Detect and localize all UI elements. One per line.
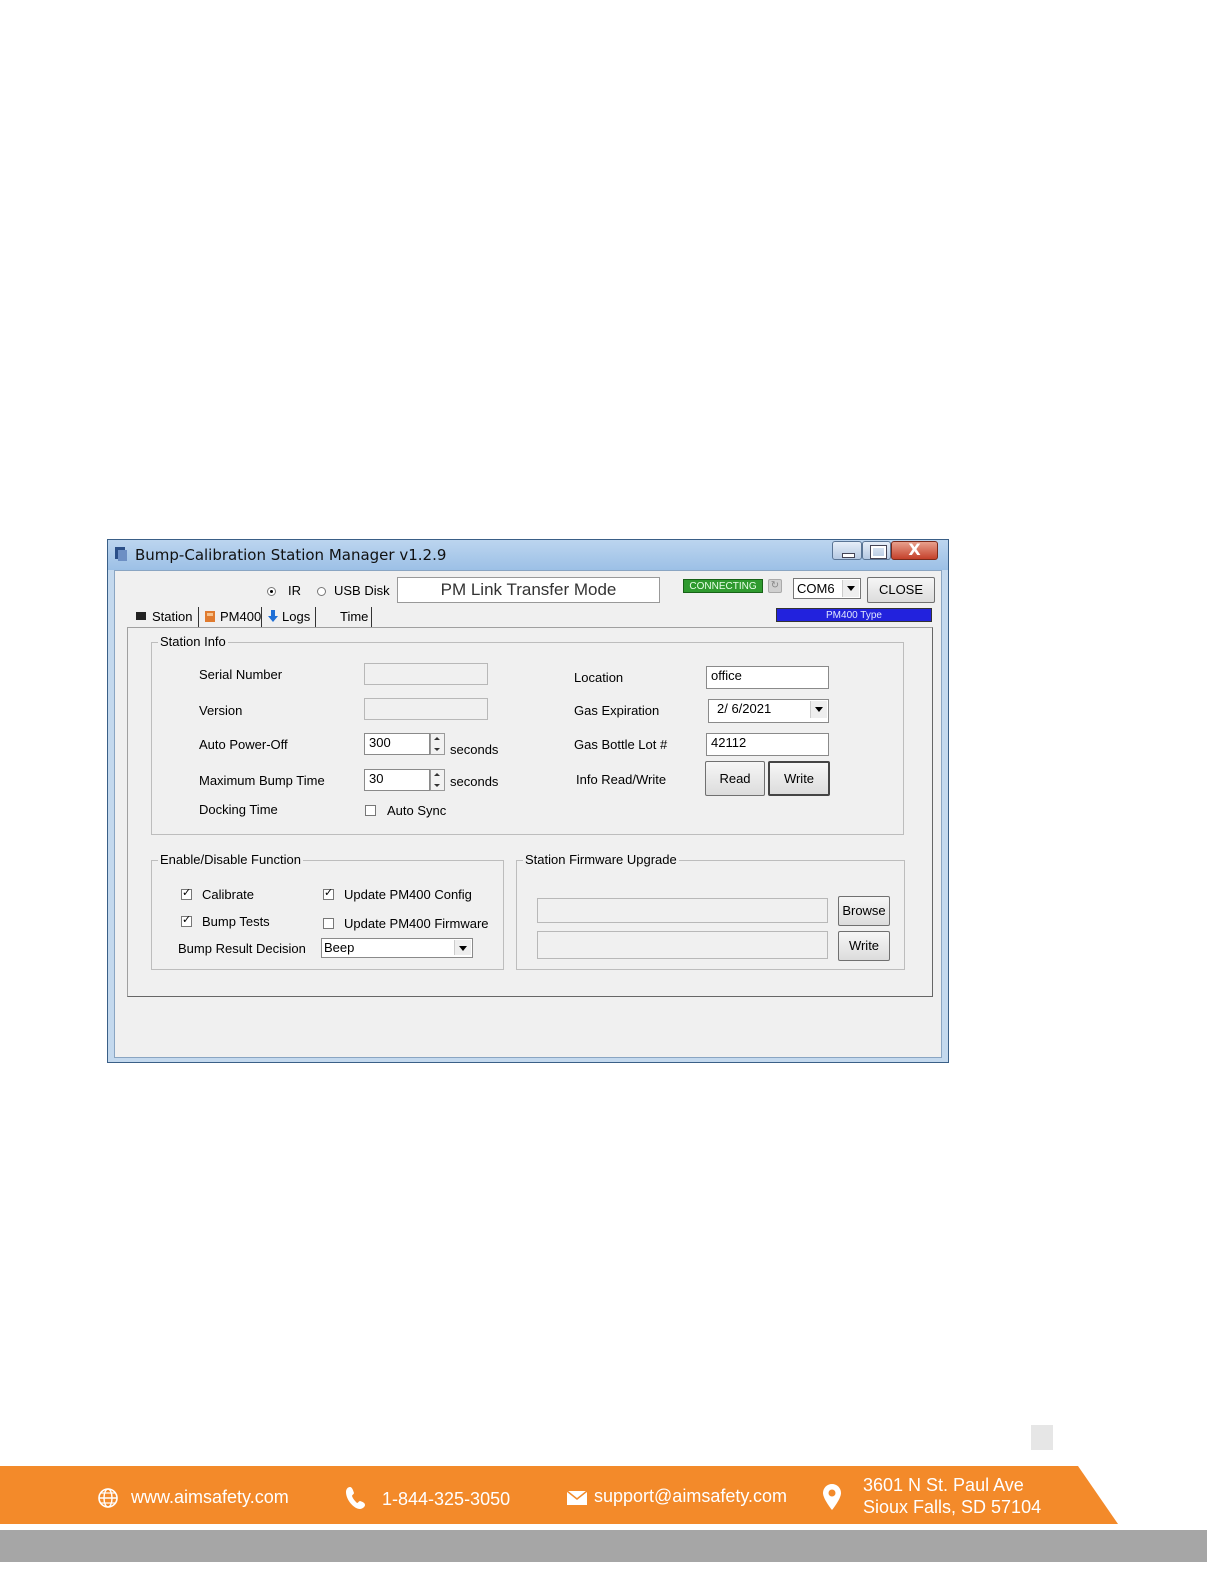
auto-sync-checkbox[interactable] — [365, 805, 376, 816]
browse-button[interactable]: Browse — [838, 896, 890, 926]
globe-icon — [98, 1488, 118, 1508]
gas-expiration-value: 2/ 6/2021 — [717, 701, 772, 716]
max-bump-time-stepper[interactable] — [430, 769, 445, 791]
tab-time-label: Time — [340, 609, 369, 624]
footer-website[interactable]: www.aimsafety.com — [131, 1487, 289, 1508]
chevron-down-icon — [454, 940, 471, 955]
footer-bar — [0, 1530, 1207, 1562]
close-button[interactable]: CLOSE — [867, 577, 935, 603]
radio-ir-label: IR — [288, 583, 301, 598]
max-bump-time-label: Maximum Bump Time — [199, 773, 325, 788]
page-number-box — [1031, 1425, 1053, 1450]
auto-sync-label: Auto Sync — [387, 803, 447, 818]
app-icon — [115, 547, 127, 561]
firmware-file-path-field[interactable] — [537, 898, 828, 923]
refresh-icon[interactable]: ↻ — [768, 579, 782, 593]
phone-icon — [346, 1487, 365, 1509]
location-label: Location — [574, 670, 624, 685]
firmware-write-button[interactable]: Write — [838, 931, 890, 961]
docking-time-label: Docking Time — [199, 802, 278, 817]
read-button[interactable]: Read — [705, 761, 765, 796]
write-button[interactable]: Write — [768, 761, 830, 796]
auto-power-off-label: Auto Power-Off — [199, 737, 288, 752]
update-firmware-label: Update PM400 Firmware — [344, 916, 489, 931]
tab-pm400[interactable]: PM400 — [199, 607, 262, 627]
radio-ir[interactable] — [267, 587, 276, 596]
version-field[interactable] — [364, 698, 488, 720]
chevron-down-icon — [810, 701, 827, 718]
transfer-mode-display: PM Link Transfer Mode — [397, 577, 660, 603]
bump-tests-checkbox[interactable] — [181, 913, 192, 927]
footer-address-line1: 3601 N St. Paul Ave — [863, 1475, 1024, 1495]
gas-bottle-lot-input[interactable]: 42112 — [706, 733, 829, 756]
footer-address-line2: Sioux Falls, SD 57104 — [863, 1497, 1042, 1517]
auto-power-off-input[interactable]: 300 — [364, 733, 430, 755]
radio-usb-disk[interactable] — [317, 587, 326, 596]
maximize-button[interactable] — [862, 541, 891, 560]
download-arrow-icon — [268, 610, 278, 622]
tab-logs[interactable]: Logs — [262, 607, 316, 627]
title-bar[interactable]: Bump-Calibration Station Manager v1.2.9 … — [108, 540, 948, 570]
update-config-label: Update PM400 Config — [344, 887, 472, 902]
tab-pm400-label: PM400 — [220, 609, 262, 624]
envelope-icon — [567, 1491, 587, 1505]
station-icon — [136, 612, 146, 620]
gas-expiration-date-picker[interactable]: 2/ 6/2021 — [708, 699, 829, 723]
firmware-upgrade-group: Station Firmware Upgrade Browse Write — [516, 852, 905, 970]
com-port-select[interactable]: COM6 — [793, 578, 861, 599]
serial-number-label: Serial Number — [199, 667, 283, 682]
bump-result-label: Bump Result Decision — [178, 941, 306, 956]
gas-bottle-lot-label: Gas Bottle Lot # — [574, 737, 668, 752]
enable-disable-group: Enable/Disable Function Calibrate Bump T… — [151, 852, 504, 970]
enable-disable-title: Enable/Disable Function — [158, 852, 303, 867]
location-pin-icon — [823, 1484, 841, 1510]
tab-station[interactable]: Station — [133, 607, 199, 627]
station-tab-panel: Station Info Serial Number Version Auto … — [127, 627, 933, 997]
firmware-progress-field — [537, 931, 828, 959]
gas-expiration-label: Gas Expiration — [574, 703, 660, 718]
auto-power-off-stepper[interactable] — [430, 733, 445, 755]
close-icon: X — [908, 540, 921, 559]
calibrate-label: Calibrate — [202, 887, 255, 902]
update-config-checkbox[interactable] — [323, 886, 334, 900]
bump-result-value: Beep — [324, 940, 355, 955]
station-info-title: Station Info — [158, 634, 228, 649]
chevron-down-icon — [842, 580, 859, 597]
max-bump-time-input[interactable]: 30 — [364, 769, 430, 791]
tab-station-label: Station — [152, 609, 193, 624]
calibrate-checkbox[interactable] — [181, 886, 192, 900]
com-port-value: COM6 — [797, 581, 835, 596]
firmware-upgrade-title: Station Firmware Upgrade — [523, 852, 679, 867]
radio-usb-disk-label: USB Disk — [334, 583, 390, 598]
info-read-write-label: Info Read/Write — [576, 772, 667, 787]
client-area: IR USB Disk PM Link Transfer Mode CONNEC… — [114, 570, 942, 1058]
connection-status-badge: CONNECTING — [683, 579, 763, 593]
station-info-group: Station Info Serial Number Version Auto … — [151, 634, 904, 835]
pm400-device-icon — [205, 611, 215, 622]
auto-power-off-unit: seconds — [450, 742, 499, 757]
minimize-button[interactable] — [832, 541, 862, 560]
bump-result-select[interactable]: Beep — [321, 938, 473, 958]
device-type-badge: PM400 Type — [776, 608, 932, 622]
bump-tests-label: Bump Tests — [202, 914, 270, 929]
tab-logs-label: Logs — [282, 609, 311, 624]
tab-time[interactable]: Time — [316, 607, 372, 627]
version-label: Version — [199, 703, 243, 718]
location-input[interactable]: office — [706, 666, 829, 689]
update-firmware-checkbox[interactable] — [323, 918, 334, 929]
app-window: Bump-Calibration Station Manager v1.2.9 … — [107, 539, 949, 1063]
serial-number-field[interactable] — [364, 663, 488, 685]
footer-phone[interactable]: 1-844-325-3050 — [382, 1489, 510, 1510]
footer-email[interactable]: support@aimsafety.com — [594, 1486, 787, 1507]
window-close-button[interactable]: X — [891, 540, 938, 560]
window-title: Bump-Calibration Station Manager v1.2.9 — [135, 546, 447, 564]
max-bump-time-unit: seconds — [450, 774, 499, 789]
